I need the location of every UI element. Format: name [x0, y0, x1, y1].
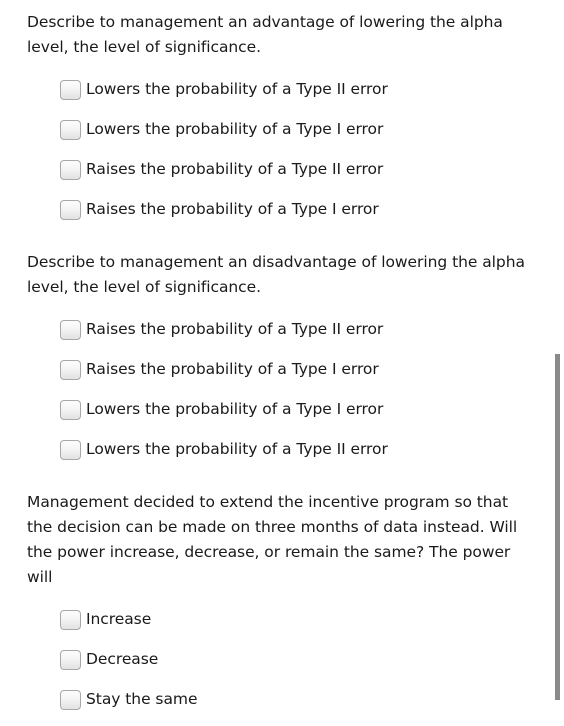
option-row[interactable]: Raises the probability of a Type II erro…	[0, 156, 564, 196]
checkbox-icon[interactable]	[60, 200, 81, 220]
option-row[interactable]: Lowers the probability of a Type I error	[0, 396, 564, 436]
option-row[interactable]: Increase	[0, 606, 564, 646]
option-label: Lowers the probability of a Type II erro…	[86, 440, 388, 458]
option-list: Increase Decrease Stay the same	[0, 606, 564, 726]
question-block: Management decided to extend the incenti…	[0, 490, 564, 726]
checkbox-icon[interactable]	[60, 440, 81, 460]
question-prompt: Describe to management an disadvantage o…	[27, 253, 525, 296]
question-prompt: Management decided to extend the incenti…	[27, 493, 518, 586]
option-row[interactable]: Raises the probability of a Type I error	[0, 356, 564, 396]
option-row[interactable]: Lowers the probability of a Type II erro…	[0, 436, 564, 476]
checkbox-icon[interactable]	[60, 400, 81, 420]
option-row[interactable]: Raises the probability of a Type I error	[0, 196, 564, 236]
checkbox-icon[interactable]	[60, 160, 81, 180]
option-label: Decrease	[86, 650, 159, 668]
checkbox-icon[interactable]	[60, 690, 81, 710]
option-label: Stay the same	[86, 690, 198, 708]
scrollbar-track[interactable]	[553, 0, 564, 700]
question-block: Describe to management an disadvantage o…	[0, 250, 564, 476]
option-row[interactable]: Stay the same	[0, 686, 564, 726]
option-row[interactable]: Lowers the probability of a Type I error	[0, 116, 564, 156]
option-label: Lowers the probability of a Type II erro…	[86, 80, 388, 98]
option-list: Raises the probability of a Type II erro…	[0, 316, 564, 476]
question-prompt: Describe to management an advantage of l…	[27, 13, 503, 56]
option-label: Raises the probability of a Type I error	[86, 360, 379, 378]
option-row[interactable]: Raises the probability of a Type II erro…	[0, 316, 564, 356]
option-label: Raises the probability of a Type II erro…	[86, 320, 384, 338]
question-block: Describe to management an advantage of l…	[0, 10, 564, 236]
checkbox-icon[interactable]	[60, 610, 81, 630]
checkbox-icon[interactable]	[60, 80, 81, 100]
checkbox-icon[interactable]	[60, 360, 81, 380]
option-label: Increase	[86, 610, 152, 628]
checkbox-icon[interactable]	[60, 650, 81, 670]
option-label: Raises the probability of a Type I error	[86, 200, 379, 218]
checkbox-icon[interactable]	[60, 320, 81, 340]
option-list: Lowers the probability of a Type II erro…	[0, 76, 564, 236]
option-label: Lowers the probability of a Type I error	[86, 120, 384, 138]
option-row[interactable]: Lowers the probability of a Type II erro…	[0, 76, 564, 116]
option-label: Raises the probability of a Type II erro…	[86, 160, 384, 178]
option-row[interactable]: Decrease	[0, 646, 564, 686]
checkbox-icon[interactable]	[60, 120, 81, 140]
quiz-content: Describe to management an advantage of l…	[0, 0, 564, 710]
scrollbar-thumb[interactable]	[555, 354, 560, 700]
option-label: Lowers the probability of a Type I error	[86, 400, 384, 418]
